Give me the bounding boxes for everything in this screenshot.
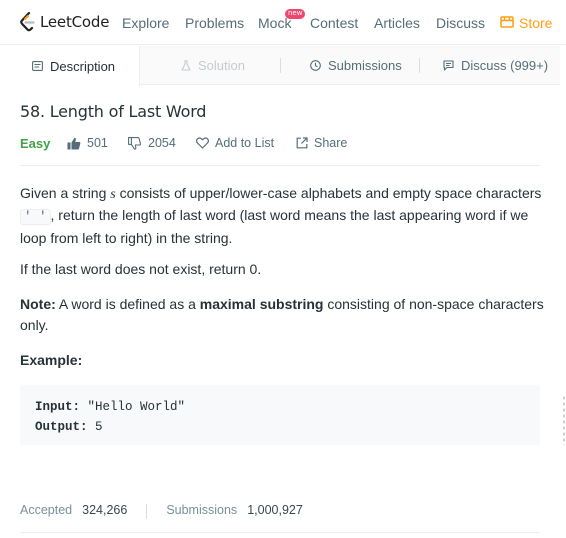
tab-submissions[interactable]: Submissions: [310, 46, 402, 85]
description-paragraph-2: If the last word does not exist, return …: [20, 261, 262, 277]
flask-icon: [181, 60, 191, 71]
submissions-label: Submissions: [166, 503, 238, 517]
tab-solution[interactable]: Solution: [181, 46, 245, 85]
nav-contest[interactable]: Contest: [310, 15, 358, 31]
tab-submissions-label: Submissions: [328, 58, 402, 73]
submissions-value: 1,000,927: [247, 503, 303, 517]
accepted-value: 324,266: [82, 503, 128, 517]
difficulty-label: Easy: [20, 136, 51, 151]
description-note: Note: A word is defined as a maximal sub…: [20, 294, 545, 336]
p1-text-c: , return the length of last word (last w…: [20, 207, 529, 246]
description-paragraph-1: Given a string s consists of upper/lower…: [20, 183, 545, 249]
p1-text-b: consists of upper/lower-case alphabets a…: [115, 185, 542, 201]
tab-description[interactable]: Description: [0, 46, 140, 86]
store-label: Store: [519, 15, 553, 31]
add-to-list-button[interactable]: Add to List: [196, 136, 274, 150]
output-value: 5: [87, 420, 103, 434]
nav-articles[interactable]: Articles: [374, 15, 420, 31]
add-to-list-label: Add to List: [215, 136, 275, 150]
comment-icon: [443, 60, 454, 71]
problem-tabs: Description Solution Submissions Discuss…: [0, 46, 560, 86]
example-output-line: Output: 5: [35, 417, 525, 437]
share-label: Share: [314, 136, 348, 150]
leetcode-logo-icon: [20, 12, 35, 32]
problem-content: 58. Length of Last Word Easy 501 2054 Ad…: [0, 86, 560, 538]
example-label: Example:: [20, 352, 83, 368]
description-icon: [32, 61, 43, 71]
like-button[interactable]: 501: [67, 136, 108, 150]
thumbs-down-icon: [128, 136, 142, 150]
heart-icon: [196, 137, 209, 149]
tab-discuss-label: Discuss (999+): [461, 58, 549, 73]
tab-description-label: Description: [50, 58, 116, 74]
resize-handle[interactable]: [562, 395, 566, 445]
tab-divider: [419, 58, 420, 73]
logo-text: LeetCode: [40, 13, 110, 31]
share-icon: [296, 137, 308, 149]
example-code-block: Input: "Hello World" Output: 5: [20, 385, 540, 445]
tab-divider: [280, 58, 281, 73]
nav-discuss[interactable]: Discuss: [436, 15, 485, 31]
stats-divider: [146, 504, 148, 519]
leetcode-logo[interactable]: LeetCode: [19, 12, 109, 32]
dislike-count: 2054: [148, 136, 176, 150]
example-input-line: Input: "Hello World": [35, 397, 525, 417]
like-count: 501: [87, 136, 108, 150]
note-text-a: A word is defined as a: [55, 296, 200, 312]
problem-stats: Accepted 324,266 Submissions 1,000,927: [20, 503, 540, 533]
p1-text-a: Given a string: [20, 185, 111, 201]
accepted-label: Accepted: [20, 503, 73, 517]
problem-meta: Easy 501 2054 Add to List Share: [20, 136, 540, 166]
dislike-button[interactable]: 2054: [128, 136, 176, 150]
nav-problems[interactable]: Problems: [185, 15, 244, 31]
space-char-code: ' ': [20, 209, 51, 225]
tab-discuss[interactable]: Discuss (999+): [443, 46, 548, 85]
nav-explore[interactable]: Explore: [122, 15, 169, 31]
clock-icon: [310, 60, 321, 71]
nav-store[interactable]: Store: [500, 15, 552, 31]
store-icon: [500, 15, 514, 31]
new-badge: new: [285, 9, 306, 19]
share-button[interactable]: Share: [296, 136, 347, 150]
input-label: Input:: [35, 400, 81, 414]
input-value: "Hello World": [80, 400, 186, 414]
tab-solution-label: Solution: [198, 58, 245, 73]
note-bold: maximal substring: [199, 296, 324, 312]
thumbs-up-icon: [67, 137, 81, 150]
top-nav: LeetCode Explore Problems Mock new Conte…: [0, 0, 566, 45]
note-label: Note:: [20, 296, 56, 312]
problem-title: 58. Length of Last Word: [20, 102, 207, 121]
output-label: Output:: [35, 420, 88, 434]
